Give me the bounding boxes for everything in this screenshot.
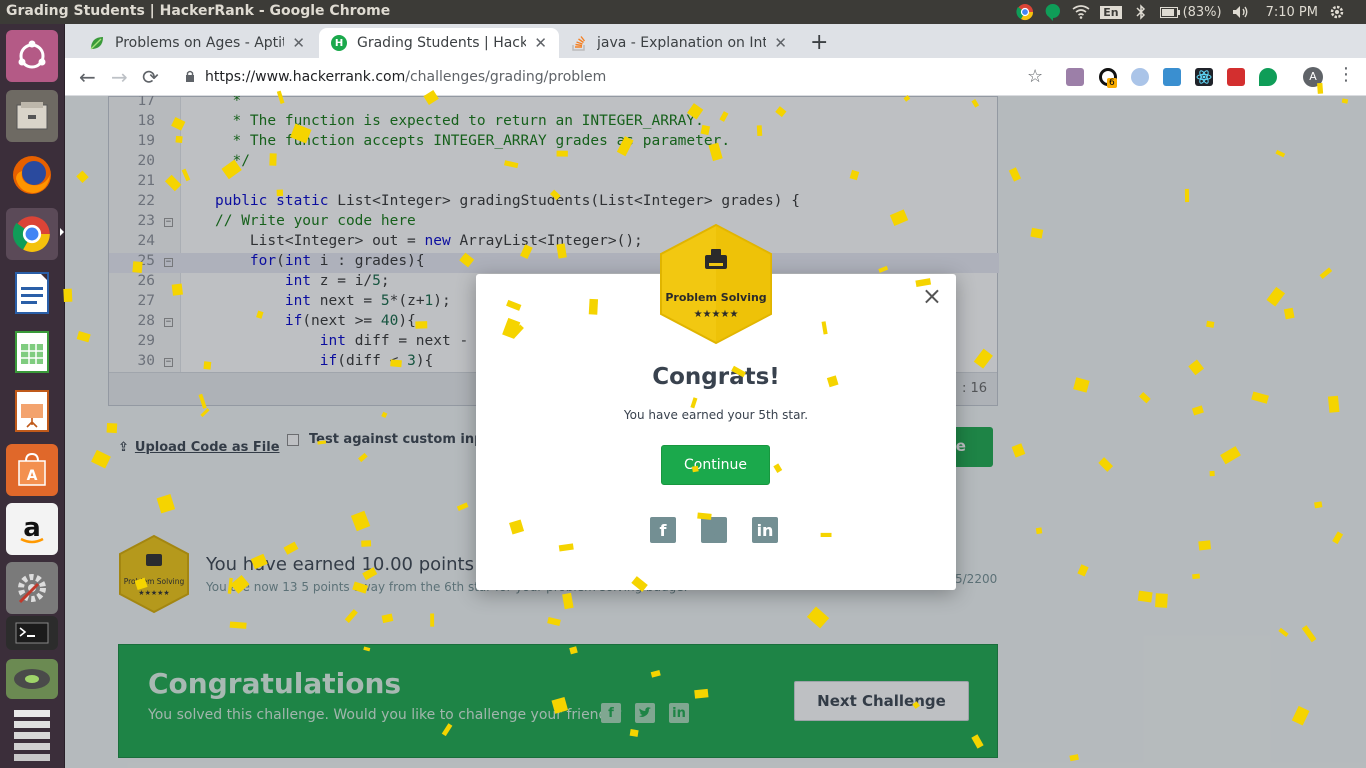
facebook-icon[interactable]: f — [650, 517, 676, 543]
stackoverflow-icon — [571, 35, 587, 51]
firefox-icon[interactable] — [6, 149, 58, 201]
tab-close-icon[interactable]: ✕ — [534, 34, 547, 52]
url-host: https://www.hackerrank.com — [205, 69, 406, 85]
forward-button[interactable]: → — [111, 65, 128, 89]
ubuntu-top-bar: Grading Students | HackerRank - Google C… — [0, 0, 1366, 24]
software-center-icon[interactable]: A — [6, 444, 58, 496]
battery-percent: (83%) — [1182, 4, 1222, 20]
hangouts-tray-icon[interactable] — [1044, 3, 1062, 21]
leaf-icon — [89, 35, 105, 51]
system-tray: En (83%) 7:10 PM — [1016, 0, 1366, 24]
new-tab-button[interactable]: + — [810, 30, 828, 55]
modal-subtitle: You have earned your 5th star. — [623, 408, 809, 422]
ubuntu-dash-icon[interactable] — [6, 30, 58, 82]
svg-text:A: A — [27, 468, 38, 484]
lock-icon[interactable] — [185, 70, 195, 85]
system-settings-icon[interactable] — [6, 562, 58, 614]
chrome-tray-icon[interactable] — [1016, 3, 1034, 21]
profile-avatar[interactable]: A — [1303, 67, 1323, 87]
disks-icon[interactable] — [6, 659, 58, 699]
blue-ring-extension-icon[interactable] — [1131, 68, 1149, 86]
volume-icon[interactable] — [1232, 3, 1250, 21]
files-icon[interactable] — [6, 90, 58, 142]
active-app-indicator — [60, 228, 64, 236]
red-extension-icon[interactable] — [1227, 68, 1245, 86]
browser-tab-strip: Problems on Ages - Aptitu ✕ H Grading St… — [65, 24, 1366, 58]
unity-launcher: A a — [0, 24, 65, 768]
window-title: Grading Students | HackerRank - Google C… — [6, 3, 391, 19]
terminal-icon[interactable] — [6, 616, 58, 650]
hackerrank-icon: H — [331, 35, 347, 51]
tab-close-icon[interactable]: ✕ — [774, 34, 787, 52]
cube-extension-icon[interactable] — [1163, 68, 1181, 86]
modal-share-icons: f in — [650, 517, 778, 543]
large-badge-label: Problem Solving — [665, 291, 766, 304]
react-devtools-icon[interactable] — [1195, 68, 1213, 86]
chrome-launcher-icon[interactable] — [6, 208, 58, 260]
power-gear-icon[interactable] — [1328, 3, 1346, 21]
impress-icon[interactable] — [6, 385, 58, 437]
bluetooth-icon[interactable] — [1132, 3, 1150, 21]
tab-grading-students[interactable]: H Grading Students | Hacke ✕ — [319, 28, 559, 58]
tab-close-icon[interactable]: ✕ — [292, 34, 305, 52]
hangouts-extension-icon[interactable] — [1259, 68, 1277, 86]
large-badge-stars: ★★★★★ — [694, 309, 739, 320]
reload-button[interactable]: ⟳ — [142, 65, 159, 89]
battery-indicator[interactable]: (83%) — [1159, 4, 1222, 20]
browser-toolbar: ← → ⟳ https://www.hackerrank.com/challen… — [65, 58, 1366, 96]
svg-text:a: a — [23, 513, 41, 543]
address-bar[interactable]: https://www.hackerrank.com/challenges/gr… — [173, 62, 1333, 92]
continue-button[interactable]: Continue — [661, 445, 770, 485]
writer-icon[interactable] — [6, 267, 58, 319]
bookmark-star-icon[interactable]: ☆ — [1027, 66, 1043, 87]
tab-label: java - Explanation on Inte — [597, 35, 767, 51]
battery-icon — [1159, 6, 1180, 18]
clock[interactable]: 7:10 PM — [1266, 5, 1318, 20]
problem-solving-badge-large: Problem Solving ★★★★★ — [659, 223, 773, 345]
bug-extension-icon[interactable] — [1066, 68, 1084, 86]
url-path: /challenges/grading/problem — [405, 69, 607, 85]
amazon-icon[interactable]: a — [6, 503, 58, 555]
keyboard-layout-indicator[interactable]: En — [1100, 5, 1122, 19]
linkedin-icon[interactable]: in — [752, 517, 778, 543]
extension-badge: 6 — [1107, 78, 1117, 88]
modal-title: Congrats! — [652, 364, 780, 390]
workspaces-icon[interactable] — [6, 704, 58, 764]
wifi-icon[interactable] — [1072, 3, 1090, 21]
close-icon[interactable]: × — [922, 282, 942, 310]
back-button[interactable]: ← — [79, 65, 96, 89]
tab-java-explanation[interactable]: java - Explanation on Inte ✕ — [559, 28, 799, 58]
tab-label: Grading Students | Hacke — [357, 35, 527, 51]
tab-problems-on-ages[interactable]: Problems on Ages - Aptitu ✕ — [77, 28, 317, 58]
twitter-icon[interactable] — [701, 517, 727, 543]
tab-label: Problems on Ages - Aptitu — [115, 35, 285, 51]
calc-icon[interactable] — [6, 326, 58, 378]
browser-menu-icon[interactable]: ⋮ — [1337, 64, 1355, 85]
